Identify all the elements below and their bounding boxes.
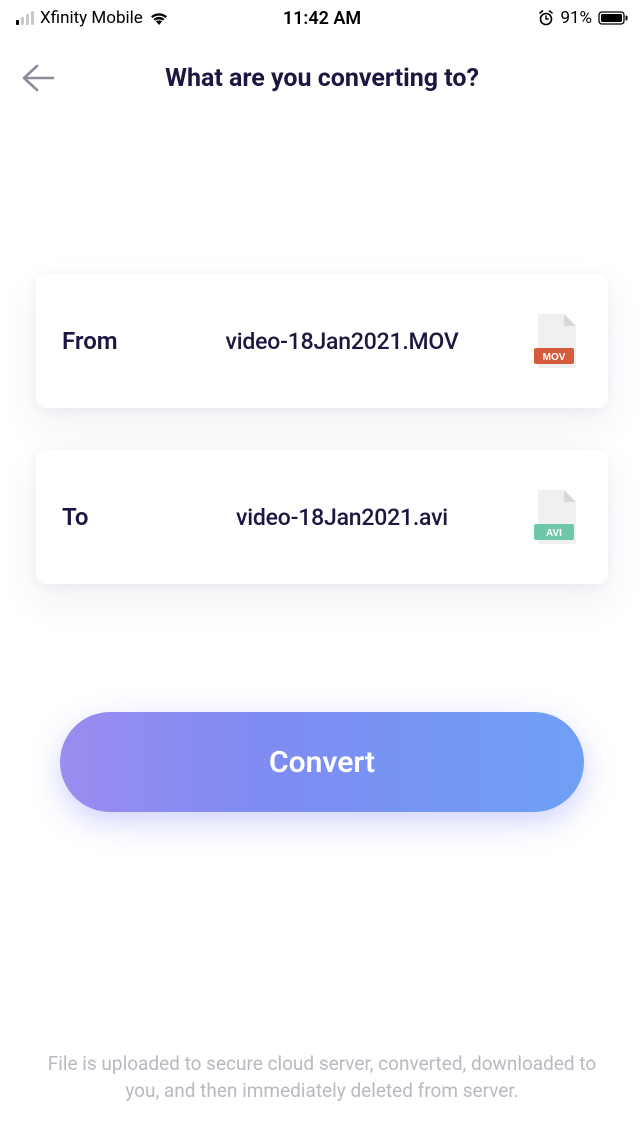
from-badge-text: MOV xyxy=(543,352,566,363)
from-label: From xyxy=(62,327,152,355)
status-time: 11:42 AM xyxy=(283,8,361,29)
status-right: 91% xyxy=(538,8,628,28)
convert-button-label: Convert xyxy=(269,745,375,780)
page-title: What are you converting to? xyxy=(165,64,479,93)
from-file-icon: MOV xyxy=(532,312,582,370)
cards-container: From video-18Jan2021.MOV MOV To video-18… xyxy=(0,104,644,584)
back-button[interactable] xyxy=(20,58,60,98)
back-arrow-icon xyxy=(20,63,54,93)
status-bar: Xfinity Mobile 11:42 AM 91% xyxy=(0,0,644,34)
to-file-icon: AVI xyxy=(532,488,582,546)
carrier-name: Xfinity Mobile xyxy=(40,8,143,28)
from-card[interactable]: From video-18Jan2021.MOV MOV xyxy=(36,274,608,408)
battery-icon xyxy=(598,11,628,25)
status-left: Xfinity Mobile xyxy=(16,8,169,28)
convert-button[interactable]: Convert xyxy=(60,712,584,812)
to-badge-text: AVI xyxy=(546,528,562,539)
cellular-signal-icon xyxy=(16,11,34,25)
header: What are you converting to? xyxy=(0,34,644,104)
battery-percentage: 91% xyxy=(560,8,592,28)
from-filename: video-18Jan2021.MOV xyxy=(170,328,514,355)
to-card[interactable]: To video-18Jan2021.avi AVI xyxy=(36,450,608,584)
to-label: To xyxy=(62,503,152,531)
to-filename: video-18Jan2021.avi xyxy=(170,504,514,531)
footer-note: File is uploaded to secure cloud server,… xyxy=(0,1050,644,1105)
alarm-icon xyxy=(538,10,554,26)
wifi-icon xyxy=(149,11,169,26)
